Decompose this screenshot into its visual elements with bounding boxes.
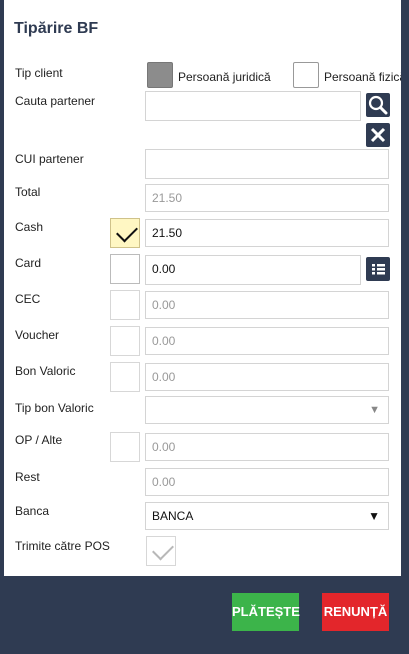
search-icon [368, 95, 388, 115]
checkmark-icon [152, 538, 174, 561]
print-bf-dialog: Tipărire BF Tip client Persoană juridică… [4, 0, 401, 576]
tip-client-label: Tip client [15, 66, 63, 80]
op-alte-checkbox[interactable] [110, 432, 140, 462]
card-list-button[interactable] [366, 257, 390, 281]
checkmark-icon [116, 220, 138, 243]
cec-input[interactable]: 0.00 [145, 291, 389, 319]
total-label: Total [15, 185, 41, 199]
radio-persoana-fizica-label: Persoană fizică [324, 70, 401, 84]
cash-checkbox[interactable] [110, 218, 140, 248]
op-alte-label: OP / Alte [15, 433, 63, 447]
trimite-pos-checkbox[interactable] [146, 536, 176, 566]
trimite-pos-label: Trimite către POS [15, 539, 110, 553]
cash-label: Cash [15, 220, 44, 234]
radio-persoana-juridica-label: Persoană juridică [178, 70, 271, 84]
cec-label: CEC [15, 292, 41, 306]
rest-label: Rest [15, 470, 40, 484]
bon-valoric-label: Bon Valoric [15, 364, 76, 378]
cauta-partener-label: Cauta partener [15, 94, 96, 108]
dropdown-arrow-icon: ▼ [368, 509, 380, 523]
tip-bon-valoric-select[interactable]: ▼ [145, 396, 389, 424]
tip-bon-valoric-label: Tip bon Valoric [15, 401, 94, 415]
voucher-checkbox[interactable] [110, 326, 140, 356]
cui-partener-input[interactable] [145, 149, 389, 179]
card-input[interactable]: 0.00 [145, 255, 361, 285]
close-icon [370, 127, 386, 143]
radio-persoana-fizica[interactable] [293, 62, 319, 88]
rest-field: 0.00 [145, 468, 389, 496]
dialog-title: Tipărire BF [14, 20, 99, 37]
renunta-button[interactable]: RENUNȚĂ [322, 593, 389, 631]
banca-label: Banca [15, 504, 50, 518]
cash-input[interactable]: 21.50 [145, 219, 389, 247]
search-button[interactable] [366, 93, 390, 117]
plateste-button[interactable]: PLĂTEȘTE [232, 593, 300, 631]
total-field: 21.50 [145, 184, 389, 212]
voucher-label: Voucher [15, 328, 60, 342]
cui-partener-label: CUI partener [15, 152, 84, 166]
bon-valoric-checkbox[interactable] [110, 362, 140, 392]
voucher-input[interactable]: 0.00 [145, 327, 389, 355]
dropdown-arrow-icon: ▼ [369, 404, 380, 416]
bon-valoric-input[interactable]: 0.00 [145, 363, 389, 391]
list-icon [372, 264, 385, 275]
card-label: Card [15, 256, 42, 270]
banca-value: BANCA [152, 509, 194, 523]
cec-checkbox[interactable] [110, 290, 140, 320]
clear-partner-button[interactable] [366, 123, 390, 147]
radio-persoana-juridica[interactable] [147, 62, 173, 88]
cauta-partener-input[interactable] [145, 91, 361, 121]
op-alte-input[interactable]: 0.00 [145, 433, 389, 461]
card-checkbox[interactable] [110, 254, 140, 284]
banca-select[interactable]: BANCA ▼ [145, 502, 389, 530]
